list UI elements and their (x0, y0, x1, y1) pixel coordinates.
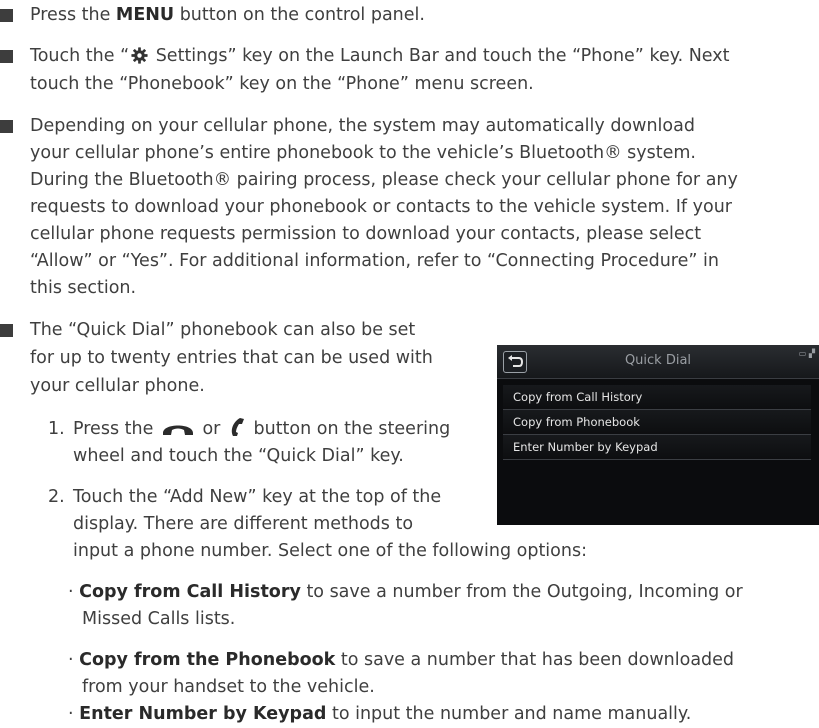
square-bullet-icon (0, 324, 13, 337)
square-bullet-icon (0, 9, 13, 22)
bullet-text-line: for up to twenty entries that can be use… (30, 348, 433, 368)
step-text-line: display. There are different methods to (73, 514, 414, 534)
bullet-text-line: your cellular phone. (30, 376, 205, 396)
square-bullet-icon (0, 120, 13, 133)
status-icons: ▭ ▞ (798, 349, 815, 358)
bullet-text-line: Depending on your cellular phone, the sy… (30, 116, 695, 136)
bullet-text-line: your cellular phone’s entire phonebook t… (30, 143, 696, 163)
gear-icon (131, 47, 148, 64)
bullet-text-line: During the Bluetooth® pairing process, p… (30, 170, 738, 190)
option-item-continued: from your handset to the vehicle. (82, 677, 375, 697)
option-item: · Copy from Call History to save a numbe… (68, 582, 743, 602)
square-bullet-icon (0, 50, 13, 63)
step-text-line: Touch the “Add New” key at the top of th… (73, 487, 442, 507)
bullet-text-line: cellular phone requests permission to do… (30, 224, 702, 244)
step-text-line: Press the or button on the steering (73, 418, 451, 439)
phone-handset-icon (162, 425, 193, 435)
menu-item-copy-call-history[interactable]: Copy from Call History (503, 385, 811, 410)
bullet-text-line: touch the “Phonebook” key on the “Phone”… (30, 74, 534, 94)
bullet-text-line: The “Quick Dial” phonebook can also be s… (30, 320, 416, 340)
option-item-continued: Missed Calls lists. (82, 609, 236, 629)
step-text-line: input a phone number. Select one of the … (73, 541, 587, 561)
bullet-text-line: “Allow” or “Yes”. For additional informa… (30, 251, 719, 271)
screen-header: Quick Dial ▭ ▞ (497, 345, 819, 379)
bullet-text-line: requests to download your phonebook or c… (30, 197, 732, 217)
screen-title: Quick Dial (624, 353, 692, 368)
step-text-line: wheel and touch the “Quick Dial” key. (73, 446, 404, 466)
bullet-text-line: Touch the “ Settings” key on the Launch … (30, 46, 730, 66)
menu-item-copy-phonebook[interactable]: Copy from Phonebook (503, 410, 811, 435)
manual-page: Press the MENU button on the control pan… (0, 0, 819, 724)
option-item: · Enter Number by Keypad to input the nu… (68, 704, 692, 724)
step-number: 1. (48, 419, 65, 439)
talk-button-icon (231, 418, 244, 436)
bullet-text-line: this section. (30, 278, 137, 298)
menu-button-label: MENU (115, 5, 175, 25)
menu-item-enter-keypad[interactable]: Enter Number by Keypad (503, 435, 811, 460)
quick-dial-screen: Quick Dial ▭ ▞ Copy from Call History Co… (497, 345, 819, 525)
option-item: · Copy from the Phonebook to save a numb… (68, 650, 735, 670)
bullet-text: Press the MENU button on the control pan… (30, 5, 425, 25)
step-number: 2. (48, 487, 65, 507)
